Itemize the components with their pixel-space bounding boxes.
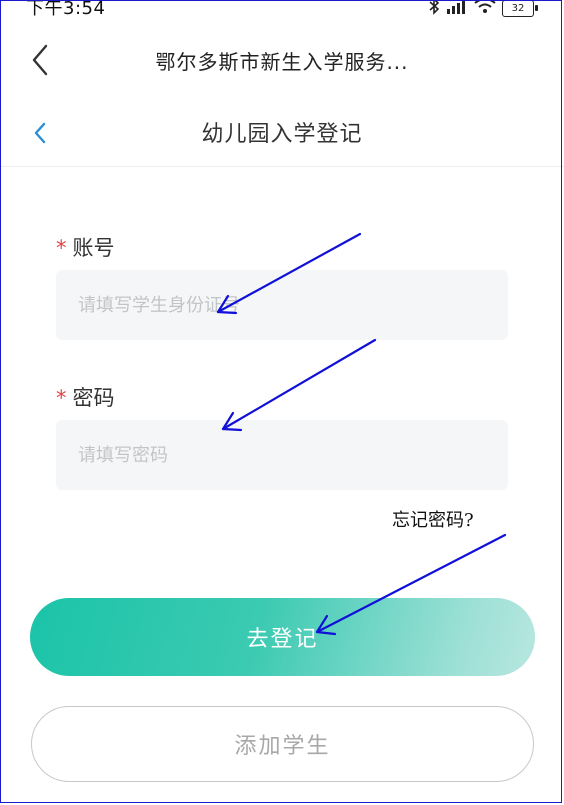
password-input[interactable] (76, 443, 488, 467)
password-label-text: 密码 (72, 386, 115, 410)
bluetooth-icon (429, 0, 440, 15)
forgot-password-link[interactable]: 忘记密码? (392, 506, 474, 532)
required-mark: * (56, 236, 67, 260)
signal-icon (447, 0, 465, 14)
password-field (56, 420, 508, 490)
annotation-arrow-icon (221, 338, 377, 432)
status-icons: 32 (428, 0, 538, 17)
page-title: 幼儿园入学登记 (201, 122, 363, 147)
battery-icon: 32 (502, 0, 538, 17)
account-input[interactable] (76, 293, 488, 317)
account-label: * 账号 (56, 232, 115, 262)
password-label: * 密码 (56, 382, 115, 412)
back-chevron-icon[interactable] (26, 40, 56, 80)
status-time: 下午3:54 (26, 0, 106, 19)
app-header: 鄂尔多斯市新生入学服务... (0, 22, 564, 100)
account-label-text: 账号 (72, 236, 115, 260)
account-field (56, 270, 508, 340)
add-student-button[interactable]: 添加学生 (31, 706, 534, 782)
required-mark: * (56, 386, 67, 410)
app-title: 鄂尔多斯市新生入学服务... (155, 50, 409, 74)
status-bar: 下午3:54 32 (0, 0, 564, 22)
wifi-icon (474, 0, 496, 13)
page-header: 幼儿园入学登记 (0, 100, 564, 167)
register-button[interactable]: 去登记 (30, 598, 535, 676)
